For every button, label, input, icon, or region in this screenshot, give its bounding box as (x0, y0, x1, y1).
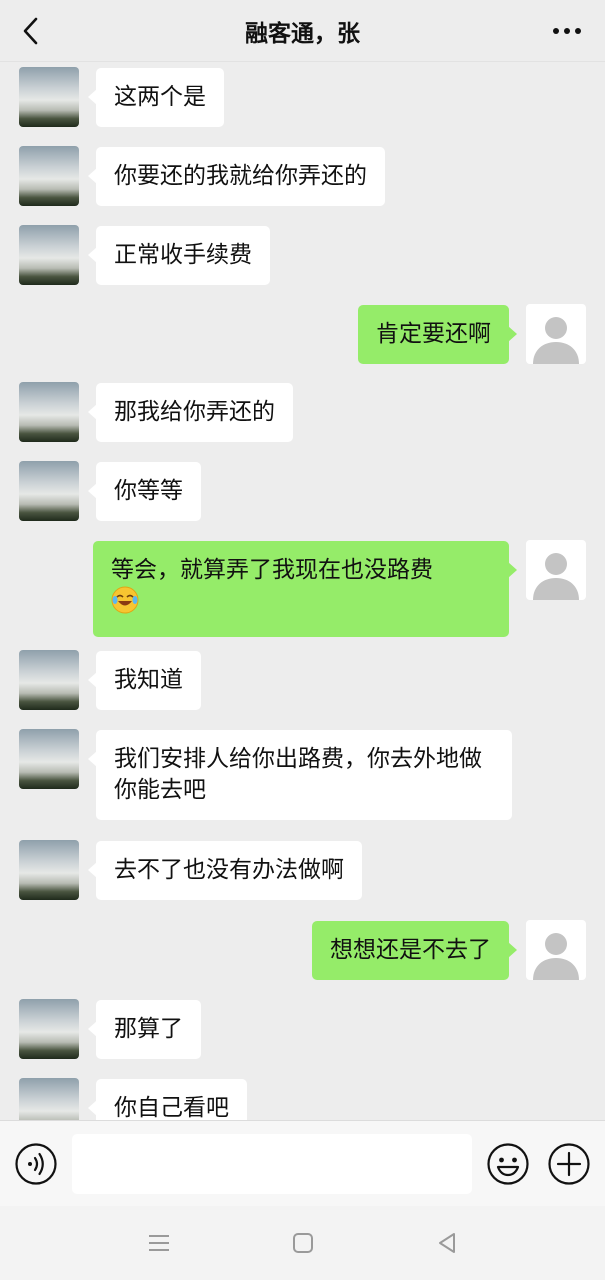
voice-icon (15, 1143, 57, 1185)
nav-menu-button[interactable] (144, 1228, 174, 1258)
menu-icon (149, 1235, 169, 1251)
message-bubble[interactable]: 去不了也没有办法做啊 (88, 841, 362, 900)
chat-title: 融客通，张 (245, 20, 360, 47)
input-bar (0, 1120, 605, 1206)
message-bubble[interactable]: 我们安排人给你出路费，你去外地做你能去吧 (88, 730, 512, 820)
message-bubble[interactable]: 那算了 (88, 1000, 201, 1059)
message-bubble[interactable]: 你要还的我就给你弄还的 (88, 147, 385, 206)
nav-back-button[interactable] (432, 1228, 462, 1258)
message-bubble[interactable]: 肯定要还啊 (358, 305, 517, 364)
contact-avatar[interactable] (19, 729, 79, 789)
contact-avatar[interactable] (19, 1078, 79, 1120)
contact-avatar[interactable] (19, 461, 79, 521)
message-bubble[interactable]: 你自己看吧 (88, 1079, 247, 1120)
more-button[interactable] (549, 16, 585, 46)
my-avatar[interactable] (526, 304, 586, 364)
more-functions-button[interactable] (547, 1142, 591, 1186)
chevron-left-icon (23, 17, 38, 45)
home-square-icon (293, 1233, 313, 1253)
message-list[interactable]: 这两个是 你要还的我就给你弄还的 正常收手续费 肯定要还啊 那我给你弄还的 你等… (0, 62, 605, 1120)
contact-avatar[interactable] (19, 650, 79, 710)
laughing-crying-emoji-icon (111, 586, 139, 623)
system-nav-bar (0, 1206, 605, 1280)
message-bubble[interactable]: 我知道 (88, 651, 201, 710)
default-user-icon (533, 553, 579, 600)
emoji-button[interactable] (486, 1142, 530, 1186)
my-avatar[interactable] (526, 920, 586, 980)
nav-home-button[interactable] (288, 1228, 318, 1258)
message-text: 等会，就算弄了我现在也没路费 (111, 557, 433, 583)
chat-header: 融客通，张 (0, 0, 605, 62)
message-bubble[interactable]: 那我给你弄还的 (88, 383, 293, 442)
message-input[interactable] (72, 1134, 472, 1194)
message-bubble[interactable]: 想想还是不去了 (312, 921, 517, 980)
contact-avatar[interactable] (19, 840, 79, 900)
contact-avatar[interactable] (19, 999, 79, 1059)
message-bubble[interactable]: 等会，就算弄了我现在也没路费 (93, 541, 517, 637)
message-bubble[interactable]: 正常收手续费 (88, 226, 270, 285)
voice-button[interactable] (14, 1142, 58, 1186)
plus-icon (548, 1143, 590, 1185)
more-dots-icon (553, 28, 581, 34)
default-user-icon (533, 933, 579, 980)
contact-avatar[interactable] (19, 225, 79, 285)
my-avatar[interactable] (526, 540, 586, 600)
contact-avatar[interactable] (19, 67, 79, 127)
contact-avatar[interactable] (19, 146, 79, 206)
message-bubble[interactable]: 你等等 (88, 462, 201, 521)
message-bubble[interactable]: 这两个是 (88, 68, 224, 127)
back-triangle-icon (439, 1233, 455, 1253)
back-button[interactable] (14, 14, 48, 48)
default-user-icon (533, 317, 579, 364)
contact-avatar[interactable] (19, 382, 79, 442)
emoji-icon (487, 1143, 529, 1185)
